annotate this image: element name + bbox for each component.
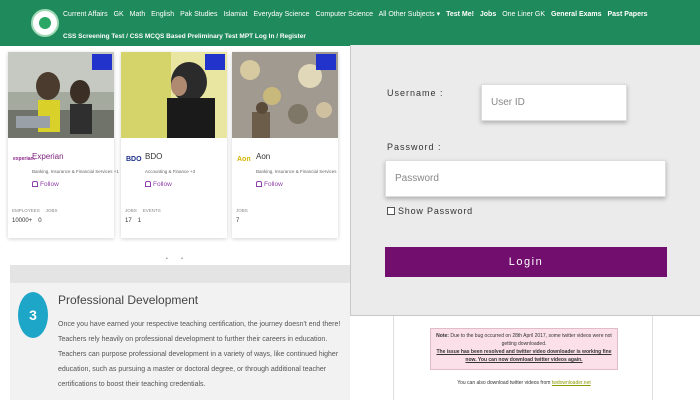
nav-item-computer-science[interactable]: Computer Science [315, 11, 373, 18]
resolved-text: The issue has been resolved and twitter … [436, 349, 612, 363]
nav-item-pak-studies[interactable]: Pak Studies [180, 11, 217, 18]
company-industry: Banking, Insurance & Financial Services [256, 169, 337, 174]
company-name[interactable]: Aon [256, 152, 270, 161]
nav-item-math[interactable]: Math [130, 11, 146, 18]
section-body: Once you have earned your respective tea… [58, 321, 341, 388]
carousel-dots[interactable]: • • [166, 256, 189, 262]
section-title: Professional Development [58, 293, 199, 307]
corner-badge [92, 54, 112, 70]
username-label: Username : [387, 88, 444, 98]
also-download-line: You can also download twitter videos fro… [394, 380, 654, 386]
nav-item-one-liner-gk[interactable]: One Liner GK [502, 11, 545, 18]
password-input[interactable] [385, 160, 666, 197]
corner-badge [205, 54, 225, 70]
nav-item-gk[interactable]: GK [114, 11, 124, 18]
notice-box: Note: Due to the bug occurred on 28th Ap… [430, 328, 618, 370]
stat-labels: JOBS [236, 208, 248, 213]
login-panel: Username : Password : Show Password Logi… [350, 45, 700, 316]
nav-item-everyday-science[interactable]: Everyday Science [253, 11, 309, 18]
stat-labels: EMPLOYEES JOBS [12, 208, 58, 213]
note-label: Note: [436, 333, 449, 339]
show-password-checkbox[interactable] [387, 207, 395, 215]
company-photo [232, 52, 338, 138]
company-photo [121, 52, 227, 138]
company-logo: BDO [126, 156, 142, 163]
company-card-aon[interactable]: Aon Aon Banking, Insurance & Financial S… [232, 52, 338, 238]
top-navbar: Current Affairs GK Math English Pak Stud… [0, 0, 700, 46]
stat-values: 10000+ 0 [12, 218, 42, 224]
company-name[interactable]: Experian [32, 152, 64, 161]
step-number-badge: 3 [18, 292, 48, 338]
company-card-experian[interactable]: experian. Experian Banking, Insurance & … [8, 52, 119, 238]
nav-item-test-me[interactable]: Test Me! [446, 11, 474, 18]
stat-values: 7 [236, 218, 240, 224]
follow-button[interactable]: Follow [145, 181, 172, 188]
show-password-label: Show Password [398, 206, 473, 216]
main-menu: Current Affairs GK Math English Pak Stud… [63, 10, 652, 18]
bell-icon [256, 181, 262, 187]
follow-button[interactable]: Follow [256, 181, 283, 188]
nav-item-general-exams[interactable]: General Exams [551, 11, 602, 18]
username-input[interactable] [481, 84, 627, 121]
follow-button[interactable]: Follow [32, 181, 59, 188]
nav-item-english[interactable]: English [151, 11, 174, 18]
nav-item-past-papers[interactable]: Past Papers [608, 11, 648, 18]
stat-labels: JOBS EVENTS [125, 208, 161, 213]
nav-item-current-affairs[interactable]: Current Affairs [63, 11, 108, 18]
nav-item-islamiat[interactable]: Islamiat [223, 11, 247, 18]
show-password-row[interactable]: Show Password [387, 206, 473, 216]
nav-item-jobs[interactable]: Jobs [480, 11, 496, 18]
site-logo[interactable] [31, 9, 59, 37]
also-text: You can also download twitter videos fro… [457, 380, 551, 386]
bell-icon [145, 181, 151, 187]
notice-area: Note: Due to the bug occurred on 28th Ap… [393, 316, 653, 400]
login-button[interactable]: Login [385, 247, 667, 277]
professional-development-section: 3 Professional Development Once you have… [10, 265, 350, 400]
company-logo: Aon [237, 156, 251, 163]
company-cards: experian. Experian Banking, Insurance & … [8, 52, 340, 238]
corner-badge [316, 54, 336, 70]
company-industry: Accounting & Finance +3 [145, 169, 196, 174]
company-name[interactable]: BDO [145, 152, 162, 161]
note-text: Due to the bug occurred on 28th April 20… [450, 333, 612, 347]
company-photo [8, 52, 114, 138]
nav-secondary-link[interactable]: CSS Screening Test / CSS MCQS Based Prel… [63, 33, 306, 40]
stat-values: 17 1 [125, 218, 142, 224]
section-divider [10, 265, 350, 283]
twdownloader-link[interactable]: twdownloader.net [552, 380, 591, 386]
company-card-bdo[interactable]: BDO BDO Accounting & Finance +3 Follow J… [121, 52, 227, 238]
company-industry: Banking, Insurance & Financial Services … [32, 169, 119, 174]
bell-icon [32, 181, 38, 187]
password-label: Password : [387, 142, 442, 152]
nav-item-all-other-subjects[interactable]: All Other Subjects ▾ [379, 11, 440, 18]
